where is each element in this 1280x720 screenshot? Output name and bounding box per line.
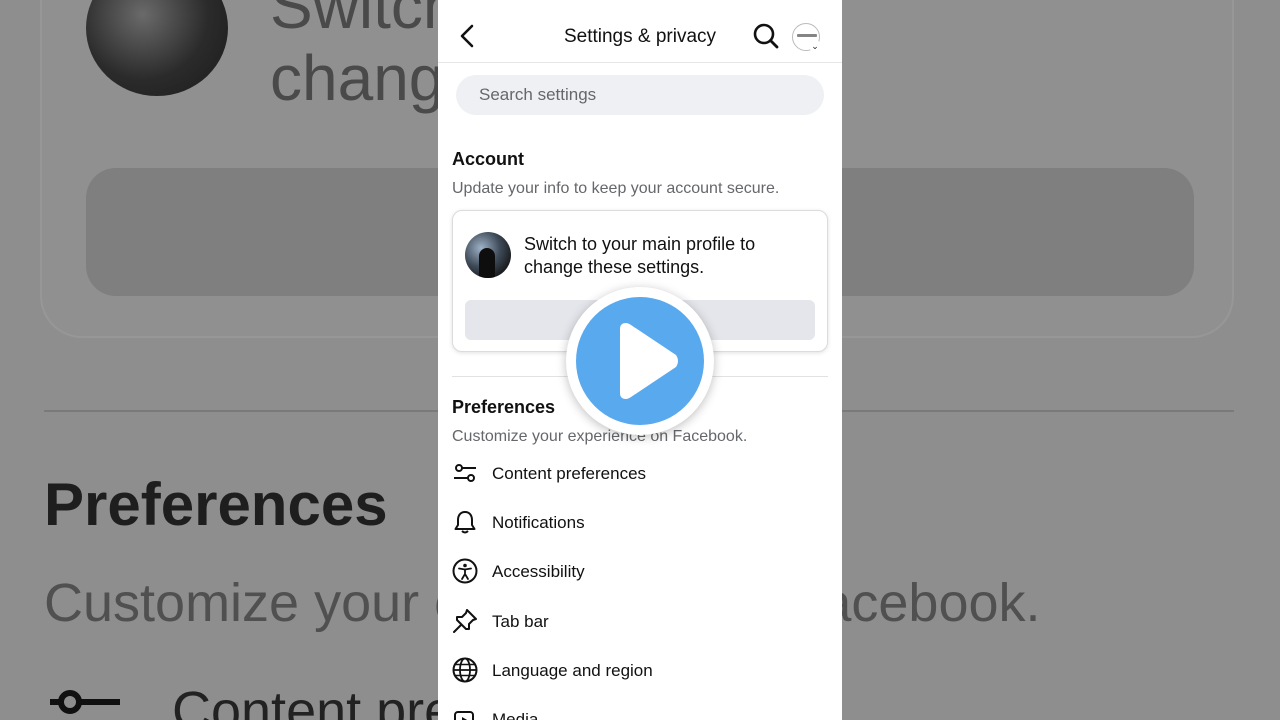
top-bar: Settings & privacy ⌄ [438, 0, 842, 63]
menu-item-tab-bar[interactable]: Tab bar [452, 602, 828, 642]
menu-item-notifications[interactable]: Notifications [452, 503, 828, 543]
globe-icon [452, 657, 478, 683]
play-button[interactable] [566, 287, 714, 435]
avatar [465, 232, 511, 278]
account-heading: Account [452, 149, 524, 169]
menu-item-label: Language and region [492, 661, 653, 680]
sliders-icon [454, 464, 476, 482]
menu-item-label: Media [492, 710, 539, 720]
bg-preferences-heading: Preferences [44, 471, 388, 538]
menu-item-accessibility[interactable]: Accessibility [452, 552, 828, 592]
preferences-subtitle: Customize your experience on Facebook. [452, 428, 748, 445]
pin-icon [453, 609, 477, 633]
chevron-down-icon: ⌄ [809, 40, 821, 52]
media-icon [454, 711, 474, 720]
accessibility-icon [452, 558, 478, 584]
menu-item-media[interactable]: Media [452, 700, 828, 720]
page-title: Settings & privacy [563, 26, 717, 47]
profile-logo-mark [797, 34, 817, 37]
switch-profile-message: Switch to your main profile to change th… [524, 234, 756, 277]
menu-item-label: Accessibility [492, 562, 585, 581]
account-subtitle: Update your info to keep your account se… [452, 180, 780, 197]
bg-switch-text: Switch chang [270, 0, 459, 114]
menu-item-label: Notifications [492, 513, 585, 532]
bg-sliders-icon [50, 690, 120, 714]
menu-item-language-region[interactable]: Language and region [452, 651, 828, 691]
menu-item-content-preferences[interactable]: Content preferences [452, 454, 828, 494]
bell-icon [454, 511, 476, 534]
preferences-heading: Preferences [452, 397, 556, 417]
search-input[interactable]: Search settings [456, 75, 824, 115]
play-icon [620, 323, 678, 399]
search-icon[interactable] [752, 22, 780, 50]
profile-switcher-button[interactable]: ⌄ [792, 23, 821, 52]
menu-item-label: Tab bar [492, 612, 549, 631]
menu-item-label: Content preferences [492, 464, 647, 483]
